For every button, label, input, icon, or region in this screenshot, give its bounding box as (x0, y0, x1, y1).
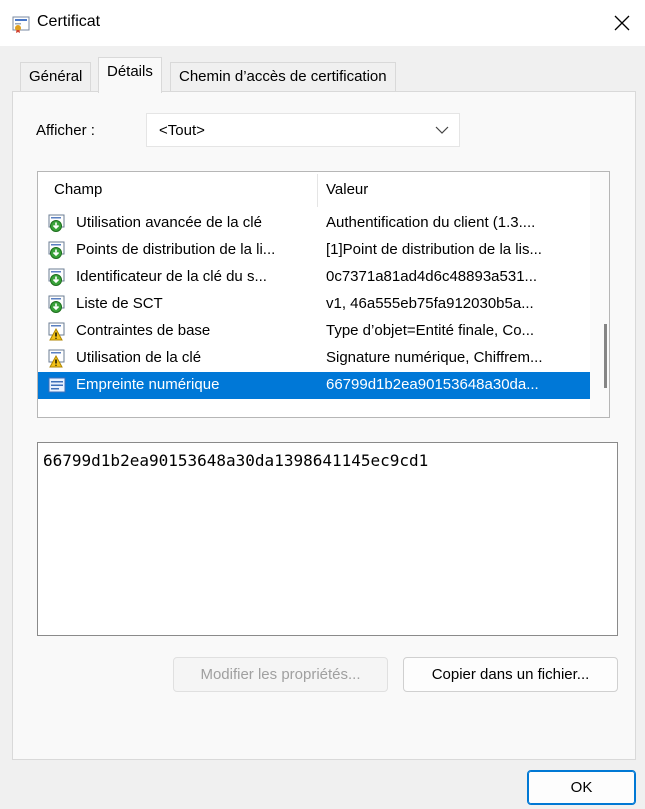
close-icon (614, 15, 630, 31)
close-button[interactable] (599, 0, 645, 46)
edit-properties-button[interactable]: Modifier les propriétés... (173, 657, 388, 692)
tab-details[interactable]: Détails (98, 57, 162, 93)
tab-bar: Général Détails Chemin d’accès de certif… (0, 46, 645, 93)
field-value: [1]Point de distribution de la lis... (326, 241, 542, 258)
ok-button[interactable]: OK (527, 770, 636, 805)
critical-extension-icon (48, 322, 65, 341)
list-scrollbar[interactable] (590, 172, 609, 417)
list-item[interactable]: Utilisation de la clé Signature numériqu… (38, 345, 591, 372)
column-header-field[interactable]: Champ (54, 181, 102, 198)
field-value: Type d’objet=Entité finale, Co... (326, 322, 535, 339)
extension-icon (48, 241, 65, 259)
chevron-down-icon (435, 126, 449, 134)
show-dropdown[interactable]: <Tout> (146, 113, 460, 147)
list-item[interactable]: Points de distribution de la li... [1]Po… (38, 237, 591, 264)
field-value: Signature numérique, Chiffrem... (326, 349, 543, 366)
field-name: Contraintes de base (76, 322, 211, 339)
column-separator[interactable] (317, 174, 318, 207)
field-value: 66799d1b2ea90153648a30da... (326, 376, 539, 393)
scrollbar-thumb[interactable] (604, 324, 607, 388)
list-item[interactable]: Utilisation avancée de la clé Authentifi… (38, 210, 591, 237)
field-value: 0c7371a81ad4d6c48893a531... (326, 268, 538, 285)
property-icon (48, 377, 66, 393)
title-bar: Certificat (0, 0, 645, 46)
field-value: Authentification du client (1.3.... (326, 214, 536, 231)
field-name: Identificateur de la clé du s... (76, 268, 267, 285)
list-item[interactable]: Liste de SCT v1, 46a555eb75fa912030b5a..… (38, 291, 591, 318)
field-name: Utilisation de la clé (76, 349, 202, 366)
field-name: Liste de SCT (76, 295, 163, 312)
field-name: Utilisation avancée de la clé (76, 214, 262, 231)
fields-list[interactable]: Champ Valeur Utilisation avancée de la c… (37, 171, 610, 418)
extension-icon (48, 295, 65, 313)
tab-certification-path[interactable]: Chemin d’accès de certification (170, 62, 396, 92)
certificate-icon (12, 16, 30, 33)
list-header: Champ Valeur (38, 172, 591, 209)
show-label: Afficher : (36, 122, 95, 139)
column-header-value[interactable]: Valeur (326, 181, 368, 198)
show-dropdown-value: <Tout> (159, 122, 205, 139)
window-title: Certificat (37, 13, 101, 30)
tab-general[interactable]: Général (20, 62, 92, 92)
field-detail-textbox[interactable]: 66799d1b2ea90153648a30da1398641145ec9cd1 (37, 442, 618, 636)
field-value: v1, 46a555eb75fa912030b5a... (326, 295, 534, 312)
list-item[interactable]: Identificateur de la clé du s... 0c7371a… (38, 264, 591, 291)
extension-icon (48, 268, 65, 286)
field-name: Empreinte numérique (76, 376, 220, 393)
extension-icon (48, 214, 65, 232)
field-detail-text: 66799d1b2ea90153648a30da1398641145ec9cd1 (43, 451, 429, 470)
field-name: Points de distribution de la li... (76, 241, 276, 258)
list-item-selected[interactable]: Empreinte numérique 66799d1b2ea90153648a… (38, 372, 591, 399)
list-item[interactable]: Contraintes de base Type d’objet=Entité … (38, 318, 591, 345)
copy-to-file-button[interactable]: Copier dans un fichier... (403, 657, 618, 692)
critical-extension-icon (48, 349, 65, 368)
